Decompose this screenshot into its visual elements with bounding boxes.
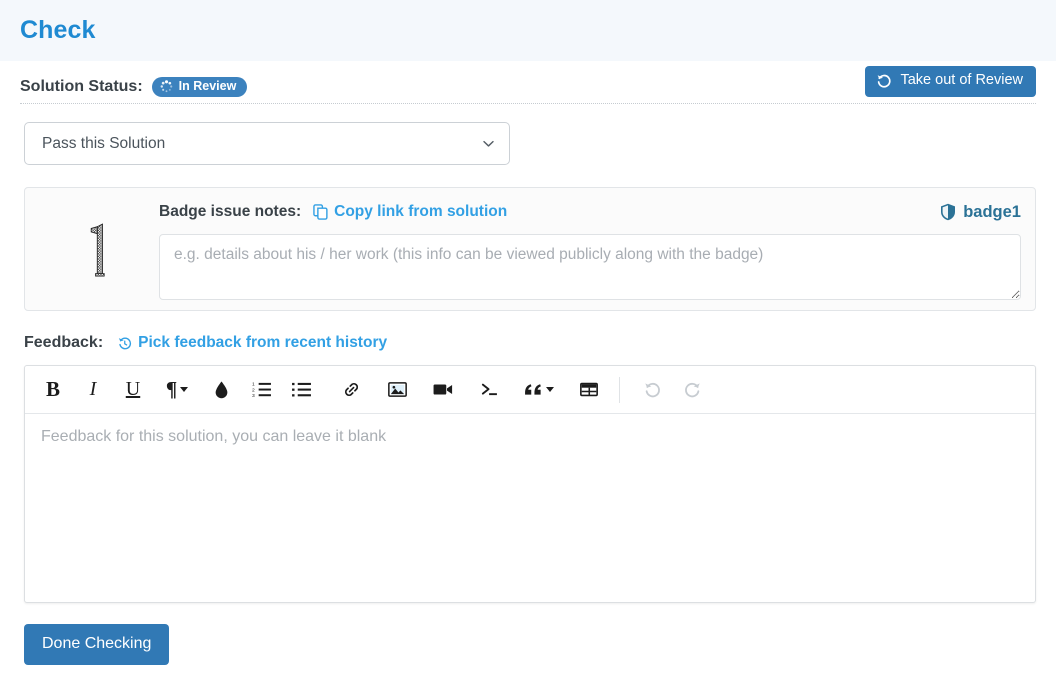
- table-icon: [580, 381, 598, 398]
- code-icon: [480, 381, 499, 398]
- drop-icon: [213, 380, 230, 399]
- link-icon: [342, 380, 361, 399]
- svg-text:1: 1: [252, 382, 255, 388]
- chevron-down-icon: [180, 387, 189, 392]
- page-title: Check: [20, 16, 96, 44]
- spinner-icon: [160, 80, 173, 93]
- toolbar-divider: [619, 376, 620, 403]
- text-color-button[interactable]: [201, 370, 241, 410]
- decision-select[interactable]: Pass this Solution: [24, 122, 510, 165]
- take-out-of-review-label: Take out of Review: [900, 72, 1023, 89]
- copy-icon: [313, 204, 328, 220]
- feedback-editor-input[interactable]: Feedback for this solution, you can leav…: [25, 414, 1035, 602]
- status-badge: In Review: [151, 77, 248, 97]
- quote-button[interactable]: [515, 370, 563, 410]
- solution-status-label: Solution Status:: [20, 78, 143, 95]
- badge-thumbnail: [39, 200, 159, 280]
- quote-icon: [524, 382, 543, 397]
- unordered-list-icon: [291, 381, 311, 398]
- badge-name: badge1: [940, 203, 1021, 222]
- decision-select-value: Pass this Solution: [42, 134, 166, 152]
- badge-issue-notes-input[interactable]: [159, 234, 1021, 300]
- chevron-down-icon: [481, 136, 496, 151]
- italic-icon: I: [89, 378, 97, 400]
- copy-link-from-solution-link[interactable]: Copy link from solution: [313, 203, 507, 221]
- ordered-list-icon: 1 2 3: [252, 381, 271, 398]
- svg-text:3: 3: [252, 393, 255, 398]
- video-icon: [433, 382, 453, 397]
- badge-name-label: badge1: [963, 202, 1021, 221]
- undo-icon: [876, 73, 892, 89]
- solution-status-row: Solution Status: In Review Take out of R…: [20, 61, 1036, 104]
- redo-button[interactable]: [672, 370, 712, 410]
- underline-button[interactable]: U: [113, 370, 153, 410]
- feedback-editor: B I U ¶ 1 2 3 Feedback for this solution…: [24, 365, 1036, 603]
- ordered-list-button[interactable]: 1 2 3: [241, 370, 281, 410]
- badge-panel-body: Badge issue notes: Copy link from soluti…: [159, 200, 1021, 305]
- pick-feedback-label: Pick feedback from recent history: [138, 334, 388, 351]
- feedback-header: Feedback: Pick feedback from recent hist…: [24, 331, 1056, 355]
- status-badge-label: In Review: [178, 79, 237, 94]
- chevron-down-icon: [546, 387, 554, 392]
- shield-icon: [940, 203, 956, 221]
- paragraph-icon: ¶: [165, 377, 178, 401]
- undo-icon: [643, 380, 662, 399]
- bold-icon: B: [45, 377, 60, 401]
- unordered-list-button[interactable]: [281, 370, 321, 410]
- undo-button[interactable]: [632, 370, 672, 410]
- badge-issue-notes-label: Badge issue notes:: [159, 203, 302, 220]
- video-button[interactable]: [423, 370, 463, 410]
- page-header: Check: [0, 0, 1056, 61]
- done-checking-button[interactable]: Done Checking: [24, 624, 170, 665]
- paragraph-style-button[interactable]: ¶: [153, 370, 201, 410]
- editor-toolbar: B I U ¶ 1 2 3: [25, 366, 1035, 414]
- underline-icon: U: [125, 378, 141, 400]
- table-button[interactable]: [569, 370, 609, 410]
- image-icon: [387, 381, 407, 398]
- svg-text:2: 2: [252, 387, 255, 393]
- link-button[interactable]: [331, 370, 371, 410]
- badge-issue-panel: Badge issue notes: Copy link from soluti…: [24, 187, 1036, 311]
- copy-link-label: Copy link from solution: [334, 203, 508, 220]
- redo-icon: [683, 380, 702, 399]
- bold-button[interactable]: B: [33, 370, 73, 410]
- badge-panel-header: Badge issue notes: Copy link from soluti…: [159, 200, 1021, 224]
- take-out-of-review-button[interactable]: Take out of Review: [865, 66, 1036, 97]
- feedback-label: Feedback:: [24, 334, 104, 351]
- image-button[interactable]: [377, 370, 417, 410]
- history-icon: [117, 336, 132, 351]
- code-button[interactable]: [469, 370, 509, 410]
- pick-feedback-history-link[interactable]: Pick feedback from recent history: [117, 334, 387, 352]
- italic-button[interactable]: I: [73, 370, 113, 410]
